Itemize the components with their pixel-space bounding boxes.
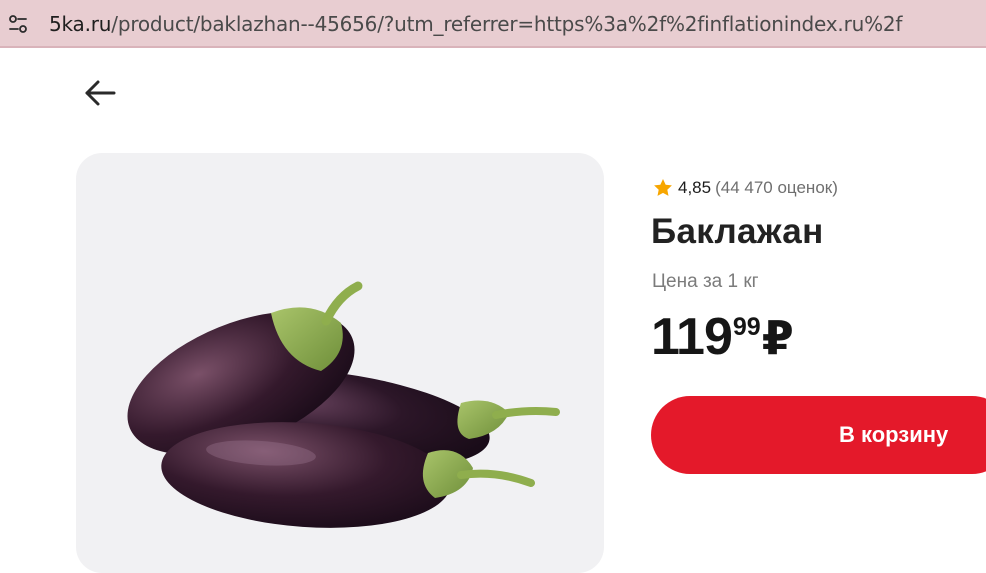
url-host: 5ka.ru [49,12,112,36]
back-button[interactable] [80,76,120,110]
price-rubles: 119 [651,308,733,366]
eggplant-image [127,281,560,528]
star-icon [654,179,672,196]
rating-value: 4,85 [678,178,712,197]
price-unit-label: Цена за 1 кг [652,271,759,292]
tune-icon [9,15,27,33]
product-rating[interactable]: 4,85 (44 470 оценок) [652,177,838,199]
product-price: 119 99 ₽ [651,311,794,363]
site-info-button[interactable] [2,8,34,40]
product-image [76,153,604,573]
url-field[interactable]: 5ka.ru/product/baklazhan--45656/?utm_ref… [49,12,902,36]
arrow-left-icon [85,80,116,106]
url-path: /product/baklazhan--45656/?utm_referrer=… [111,12,903,36]
ratings-count: (44 470 оценок) [715,178,838,197]
add-to-cart-button[interactable]: В корзину [651,396,986,474]
browser-address-bar: 5ka.ru/product/baklazhan--45656/?utm_ref… [0,0,986,48]
currency-symbol: ₽ [761,312,794,364]
product-title: Баклажан [651,212,824,251]
price-kopecks: 99 [732,313,761,341]
